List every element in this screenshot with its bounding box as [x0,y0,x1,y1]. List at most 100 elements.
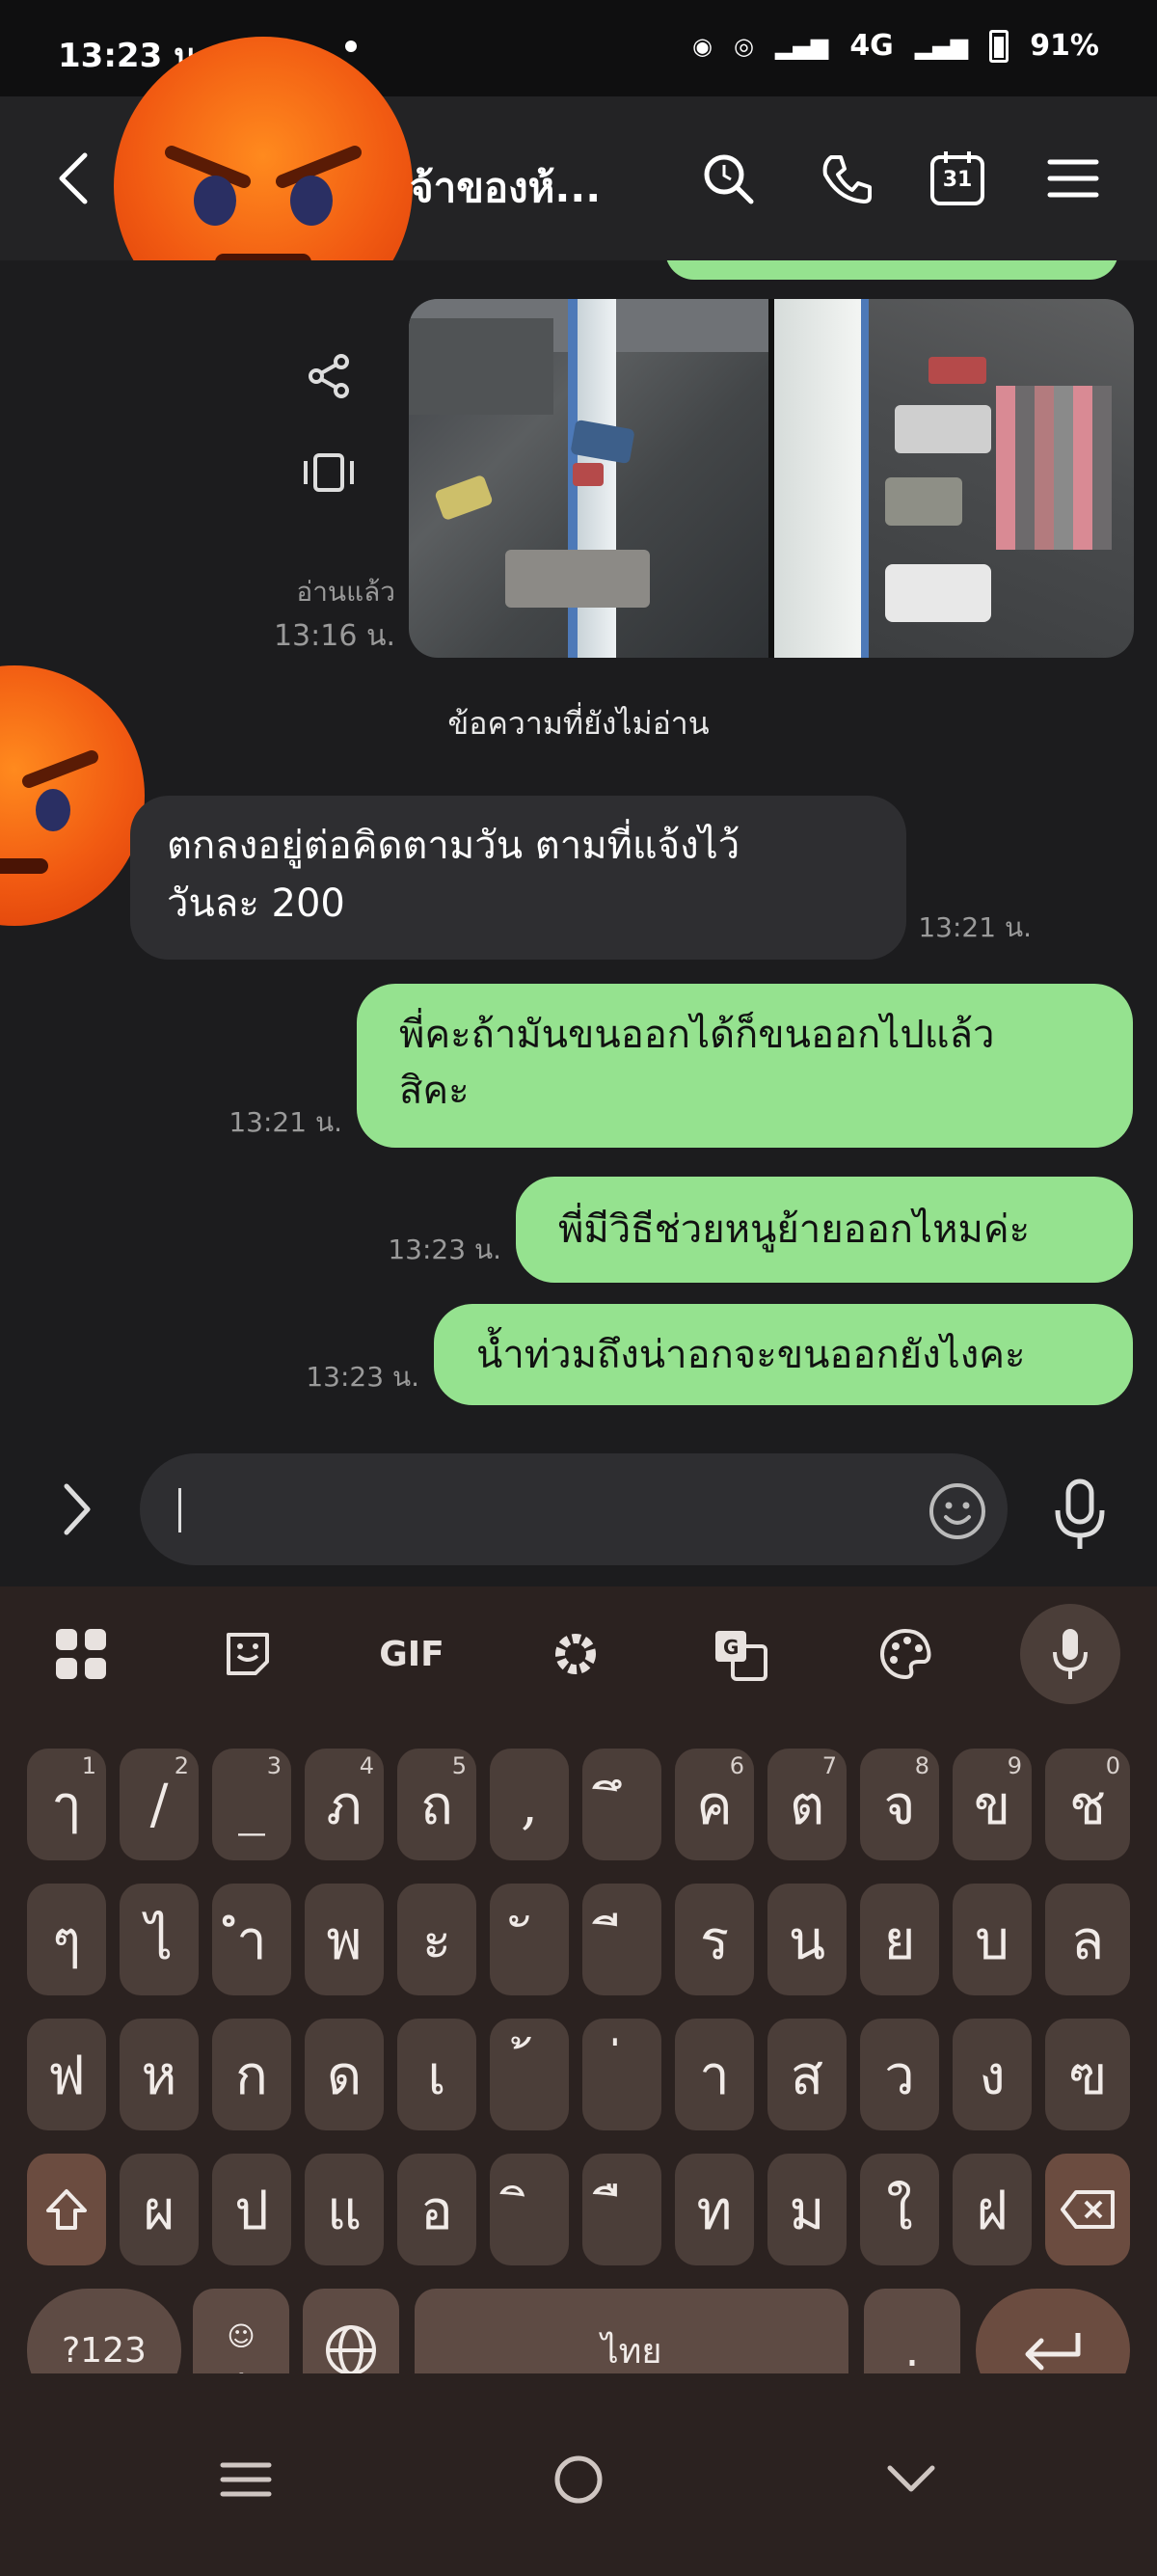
compose-bar [0,1432,1157,1586]
key[interactable]: ๅ1 [27,1749,106,1860]
sender-avatar[interactable] [0,665,145,926]
hide-keyboard-icon[interactable] [873,2441,950,2518]
key[interactable]: ป [212,2154,291,2265]
key[interactable]: ึ [582,1749,661,1860]
share-icon[interactable] [295,342,363,410]
key[interactable]: ผ [120,2154,199,2265]
key[interactable]: ภ4 [305,1749,384,1860]
key[interactable]: ฝ [953,2154,1032,2265]
key[interactable]: แ [305,2154,384,2265]
read-receipt: อ่านแล้ว [296,576,395,608]
key[interactable]: พ [305,1884,384,1995]
menu-icon[interactable] [1039,145,1107,212]
key[interactable]: เ [397,2019,476,2130]
key[interactable]: ้ [490,2019,569,2130]
key[interactable]: ฟ [27,2019,106,2130]
voice-input-icon[interactable] [1046,1476,1114,1553]
key[interactable]: ง [953,2019,1032,2130]
calendar-icon[interactable]: 31 [924,145,991,212]
search-icon[interactable] [694,145,762,212]
chat-header: จ้าของห้... 31 [0,37,1157,336]
photo-time: 13:16 น. [273,619,395,653]
flood-photo-1[interactable] [409,299,768,658]
key[interactable]: ย [860,1884,939,1995]
gif-button[interactable]: GIF [373,1615,450,1693]
message-input[interactable] [140,1453,1008,1565]
key[interactable]: ๆ [27,1884,106,1995]
phone-icon[interactable] [813,145,880,212]
signal-2-icon: ▂▄▆ [914,32,969,60]
home-icon[interactable] [540,2441,617,2518]
key[interactable]: ส [767,2019,847,2130]
chat-title[interactable]: จ้าของห้... [410,156,601,220]
unread-divider: ข้อความที่ยังไม่อ่าน [0,685,1157,762]
key[interactable]: ฃ [1045,2019,1130,2130]
message-line: วันละ 200 [167,881,345,926]
photo-album[interactable] [409,299,1134,658]
key[interactable]: า [675,2019,754,2130]
message-bubble-sent[interactable]: พี่คะถ้ามันขนออกได้ก็ขนออกไปแล้ว สิคะ [357,984,1133,1148]
key[interactable]: ใ [860,2154,939,2265]
gallery-icon[interactable] [295,439,363,506]
recent-apps-icon[interactable] [207,2441,284,2518]
key[interactable]: ห [120,2019,199,2130]
chat-area[interactable]: อ่านแล้ว 13:16 น. ข้อความที่ยังไม่อ่าน ต… [0,260,1157,1432]
key[interactable]: ถ5 [397,1749,476,1860]
back-button[interactable] [50,149,98,207]
keyboard-toolbar: GIF G [0,1586,1157,1712]
message-time: 13:23 น. [306,1361,419,1393]
message-line: พี่มีวิธีช่วยหนูย้ายออกไหมค่ะ [558,1207,1031,1252]
key[interactable]: /2 [120,1749,199,1860]
expand-icon[interactable] [53,1480,101,1538]
key[interactable]: , [490,1749,569,1860]
keyboard-mic-button[interactable] [1020,1604,1120,1704]
key[interactable]: จ8 [860,1749,939,1860]
backspace-key[interactable] [1045,2154,1130,2265]
key[interactable]: ต7 [767,1749,847,1860]
translate-icon[interactable]: G [702,1615,779,1693]
key[interactable]: ี [582,1884,661,1995]
key[interactable]: ก [212,2019,291,2130]
message-bubble-sent[interactable]: พี่มีวิธีช่วยหนูย้ายออกไหมค่ะ [516,1177,1133,1283]
angry-face-icon [0,750,98,874]
flood-photo-2[interactable] [774,299,1134,658]
shift-key[interactable] [27,2154,106,2265]
key[interactable]: น [767,1884,847,1995]
sticker-icon[interactable] [209,1615,286,1693]
key[interactable]: บ [953,1884,1032,1995]
message-time: 13:21 น. [229,1106,342,1138]
key[interactable]: ำ [212,1884,291,1995]
message-time: 13:21 น. [918,911,1032,943]
key[interactable]: ท [675,2154,754,2265]
network-type: 4G [849,29,894,63]
enter-icon [1025,2333,1081,2371]
emoji-icon[interactable] [927,1480,988,1542]
status-indicators: ◉ ◎ ▂▄▆ 4G ▂▄▆ 91% [692,29,1099,63]
key[interactable]: ค6 [675,1749,754,1860]
apps-grid-icon[interactable] [42,1615,120,1693]
key[interactable]: ั [490,1884,569,1995]
volte-icon: ◉ [692,32,713,60]
key[interactable]: อ [397,2154,476,2265]
key[interactable]: ิ [490,2154,569,2265]
key[interactable]: ร [675,1884,754,1995]
key[interactable]: ่ [582,2019,661,2130]
key[interactable]: ช0 [1045,1749,1130,1860]
key[interactable]: _ 3 [212,1749,291,1860]
key[interactable]: ื [582,2154,661,2265]
key[interactable]: ล [1045,1884,1130,1995]
settings-gear-icon[interactable] [537,1615,614,1693]
key[interactable]: ว [860,2019,939,2130]
battery-level: 91% [1030,29,1099,63]
key[interactable]: ม [767,2154,847,2265]
key[interactable]: ะ [397,1884,476,1995]
key[interactable]: ด [305,2019,384,2130]
microphone-icon [1053,1629,1088,1679]
hotspot-icon: ◎ [733,32,754,60]
theme-palette-icon[interactable] [867,1615,944,1693]
key[interactable]: ข9 [953,1749,1032,1860]
key[interactable]: ไ [120,1884,199,1995]
message-time: 13:23 น. [388,1234,501,1265]
message-bubble-received[interactable]: ตกลงอยู่ต่อคิดตามวัน ตามที่แจ้งไว้ วันละ… [130,796,906,960]
message-bubble-sent[interactable]: น้ำท่วมถึงน่าอกจะขนออกยังไงคะ [434,1304,1133,1405]
